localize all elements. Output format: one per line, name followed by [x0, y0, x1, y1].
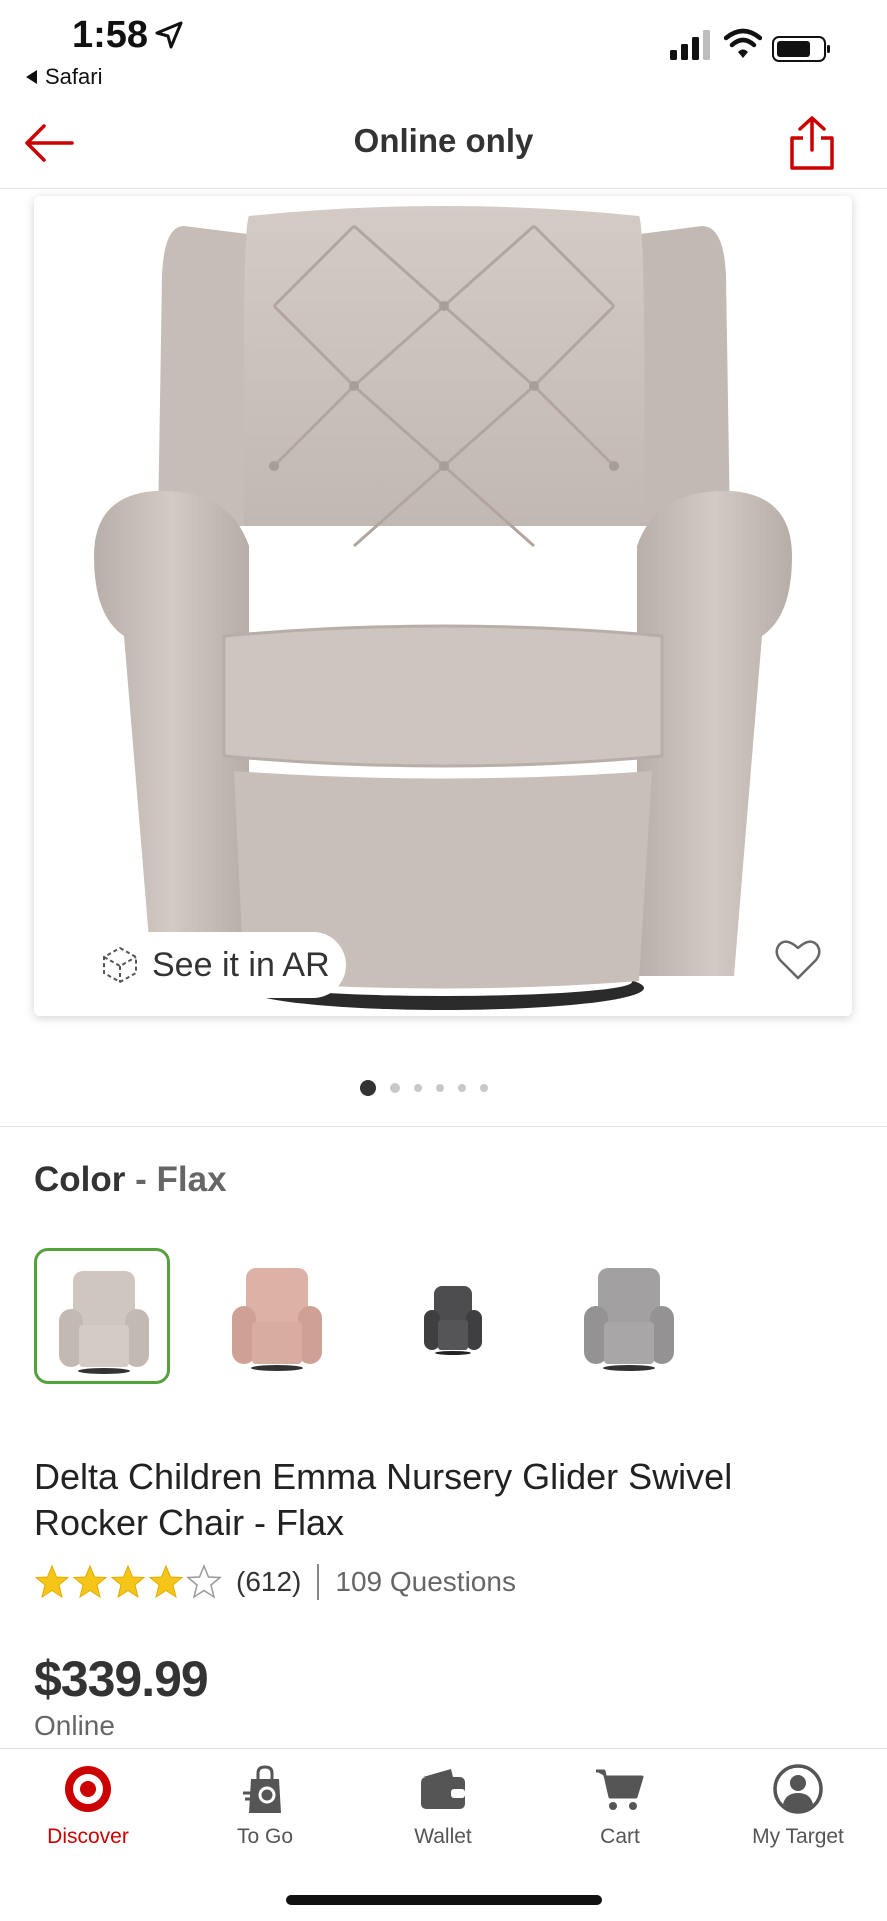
tab-label: Discover: [47, 1825, 129, 1848]
swatch-charcoal[interactable]: [386, 1248, 522, 1384]
wallet-icon: [421, 1769, 465, 1809]
section-divider: [0, 1126, 887, 1127]
color-value: Flax: [156, 1160, 227, 1199]
chair-thumbnail-gray: [584, 1268, 674, 1371]
page-title: Online only: [353, 122, 534, 159]
tab-to-go[interactable]: To Go: [185, 1763, 345, 1873]
star-filled-icon: [148, 1564, 184, 1599]
product-title: Delta Children Emma Nursery Glider Swive…: [34, 1456, 733, 1543]
questions-link[interactable]: 109 Questions: [335, 1566, 516, 1598]
star-empty-icon: [186, 1564, 222, 1599]
share-icon[interactable]: [786, 114, 838, 172]
cart-icon: [596, 1769, 644, 1810]
battery-icon: [772, 36, 830, 62]
see-in-ar-label: See it in AR: [152, 945, 330, 984]
tab-label: To Go: [236, 1825, 294, 1848]
carousel-dot[interactable]: [389, 1083, 400, 1093]
star-filled-icon: [110, 1564, 146, 1599]
carousel-pagination[interactable]: [0, 1080, 887, 1096]
chair-thumbnail-blush: [232, 1268, 322, 1371]
rating-row[interactable]: (612) 109 Questions: [34, 1562, 516, 1602]
carousel-dot[interactable]: [435, 1084, 444, 1092]
account-icon: [773, 1764, 823, 1814]
carousel-dot[interactable]: [413, 1084, 422, 1092]
tab-label: My Target: [752, 1825, 844, 1848]
back-app-label: Safari: [45, 64, 103, 89]
chair-thumbnail-flax: [59, 1271, 149, 1374]
chair-thumbnail-charcoal: [424, 1286, 482, 1355]
status-time: 1:58: [72, 14, 149, 56]
swatch-blush[interactable]: [210, 1248, 346, 1384]
ar-cube-icon: [103, 946, 137, 984]
color-heading: Color - Flax: [34, 1160, 227, 1200]
tab-label: Wallet: [414, 1825, 472, 1848]
back-triangle-icon: [26, 70, 37, 84]
favorite-heart-icon[interactable]: [774, 938, 822, 982]
back-to-safari[interactable]: Safari: [26, 64, 102, 90]
carousel-dot[interactable]: [479, 1084, 488, 1092]
price-channel: Online: [34, 1710, 115, 1741]
tab-wallet[interactable]: Wallet: [363, 1763, 523, 1873]
tab-discover[interactable]: Discover: [8, 1763, 168, 1873]
shopping-bag-icon: [243, 1765, 281, 1813]
product-image-carousel[interactable]: See it in AR: [34, 196, 852, 1016]
tab-label: Cart: [600, 1825, 640, 1848]
product-image-chair: [94, 206, 792, 1010]
tab-cart[interactable]: Cart: [540, 1763, 700, 1873]
status-bar: 1:58 Safari: [0, 0, 887, 100]
carousel-dot[interactable]: [359, 1080, 376, 1096]
target-bullseye-icon: [65, 1766, 111, 1812]
rating-divider: [317, 1564, 320, 1600]
swatch-gray[interactable]: [562, 1248, 698, 1384]
wifi-icon: [724, 28, 762, 58]
star-filled-icon: [34, 1564, 70, 1599]
home-indicator: [286, 1895, 602, 1905]
color-label: Color: [34, 1160, 126, 1199]
color-separator: -: [125, 1160, 157, 1199]
location-arrow-icon: [155, 21, 183, 49]
star-rating: [34, 1564, 222, 1600]
tab-my-target[interactable]: My Target: [718, 1763, 878, 1873]
see-in-ar-button[interactable]: See it in AR: [64, 932, 346, 998]
cellular-signal-icon: [670, 30, 710, 60]
color-swatch-list: [34, 1248, 854, 1388]
top-nav-bar: Online only: [0, 100, 887, 189]
review-count[interactable]: (612): [236, 1566, 301, 1598]
star-filled-icon: [72, 1564, 108, 1599]
carousel-dot[interactable]: [457, 1084, 466, 1092]
swatch-flax[interactable]: [34, 1248, 170, 1384]
bottom-tab-bar: Discover To Go Wallet Cart My Target: [0, 1748, 887, 1921]
product-price: $339.99: [34, 1651, 209, 1707]
